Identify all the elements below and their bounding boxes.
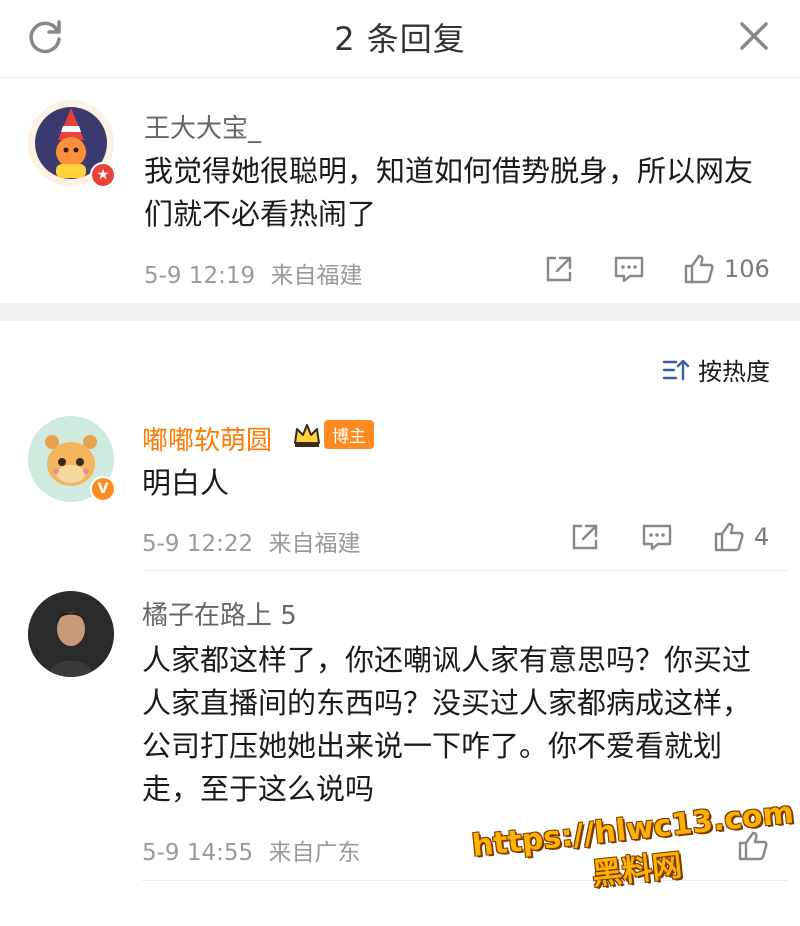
reply-username[interactable]: 橘子在路上 5 bbox=[142, 595, 297, 632]
section-divider bbox=[0, 303, 800, 321]
verified-badge-icon: V bbox=[90, 476, 116, 502]
sort-button[interactable]: 按热度 bbox=[662, 352, 770, 387]
share-icon[interactable] bbox=[542, 252, 576, 286]
close-icon[interactable] bbox=[734, 16, 774, 56]
like-button[interactable]: 106 bbox=[682, 252, 770, 286]
share-icon[interactable] bbox=[568, 520, 602, 554]
timestamp: 5-9 12:19 bbox=[144, 263, 256, 289]
reply-comment: V 嘟嘟软萌圆 博主 明白人 5-9 12:22 来自福建 4 bbox=[0, 400, 800, 570]
reply-separator bbox=[142, 570, 788, 571]
comment-icon[interactable] bbox=[612, 252, 646, 286]
location: 来自福建 bbox=[268, 531, 361, 557]
timestamp: 5-9 14:55 bbox=[142, 840, 254, 866]
sort-label: 按热度 bbox=[698, 358, 770, 386]
parent-username[interactable]: 王大大宝_ bbox=[144, 108, 261, 145]
red-star-badge-icon: ★ bbox=[90, 162, 116, 188]
location: 来自广东 bbox=[268, 840, 361, 866]
parent-comment: ★ 王大大宝_ 我觉得她很聪明，知道如何借势脱身，所以网友们就不必看热闹了 5-… bbox=[0, 78, 800, 303]
reply-text: 人家都这样了，你还嘲讽人家有意思吗？你买过人家直播间的东西吗？没买过人家都病成这… bbox=[142, 643, 752, 806]
sort-icon bbox=[662, 359, 690, 380]
blogger-badge-label: 博主 bbox=[324, 420, 374, 449]
avatar-image bbox=[28, 591, 114, 677]
page-title: 2 条回复 bbox=[334, 20, 466, 58]
like-icon bbox=[714, 522, 744, 552]
location: 来自福建 bbox=[270, 263, 363, 289]
blogger-badge: 博主 bbox=[292, 420, 374, 449]
reply-text: 明白人 bbox=[142, 466, 230, 500]
like-count: 4 bbox=[754, 523, 770, 551]
like-count: 106 bbox=[724, 255, 770, 283]
parent-comment-meta: 5-9 12:19 来自福建 bbox=[144, 256, 362, 290]
reply-meta: 5-9 12:22 来自福建 bbox=[142, 524, 360, 558]
header: 2 条回复 bbox=[0, 0, 800, 78]
comment-icon[interactable] bbox=[640, 520, 674, 554]
like-button[interactable]: 4 bbox=[712, 520, 769, 554]
timestamp: 5-9 12:22 bbox=[142, 531, 254, 557]
crown-icon bbox=[294, 423, 320, 447]
reply-username[interactable]: 嘟嘟软萌圆 bbox=[142, 420, 272, 457]
reply-actions: 4 bbox=[568, 520, 769, 554]
reply-meta: 5-9 14:55 来自广东 bbox=[142, 833, 360, 867]
avatar[interactable] bbox=[28, 591, 114, 677]
parent-comment-text: 我觉得她很聪明，知道如何借势脱身，所以网友们就不必看热闹了 bbox=[144, 154, 754, 231]
like-icon bbox=[684, 254, 714, 284]
parent-comment-actions: 106 bbox=[542, 252, 770, 286]
